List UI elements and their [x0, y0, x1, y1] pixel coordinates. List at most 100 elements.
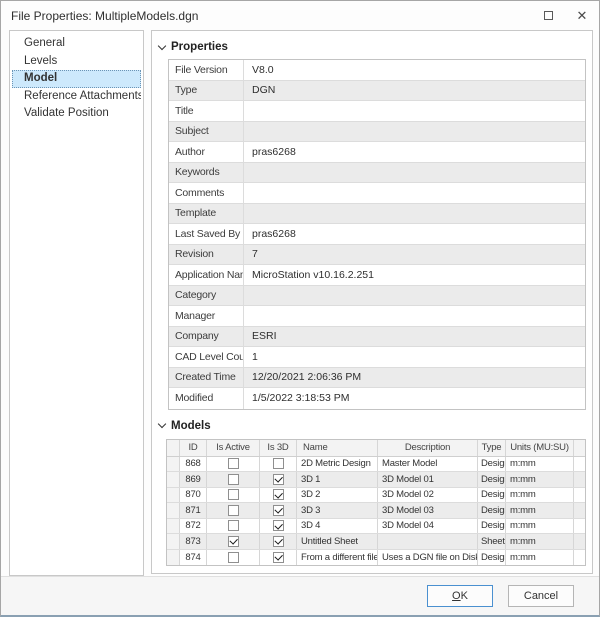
is-active-checkbox[interactable]: [228, 520, 239, 531]
property-value-field[interactable]: pras6268: [244, 142, 585, 162]
model-description-cell[interactable]: 3D Model 02: [378, 488, 478, 503]
sidebar-item[interactable]: Validate Position: [12, 105, 141, 123]
property-row: Category: [169, 286, 585, 307]
property-value-field[interactable]: [244, 306, 585, 326]
row-selector-cell[interactable]: [167, 457, 180, 472]
model-name-cell[interactable]: 3D 4: [297, 519, 378, 534]
property-row: Last Saved By pras6268: [169, 224, 585, 245]
model-id-cell: 869: [180, 472, 207, 487]
ok-button[interactable]: OK: [427, 585, 493, 607]
models-table-body: 868 2D Metric Design Master Model Design…: [167, 457, 585, 566]
property-value-field[interactable]: [244, 204, 585, 224]
property-value-field[interactable]: [244, 163, 585, 183]
property-value-field[interactable]: [244, 183, 585, 203]
is-active-checkbox[interactable]: [228, 536, 239, 547]
model-row[interactable]: 868 2D Metric Design Master Model Design…: [167, 457, 585, 473]
property-row: Manager: [169, 306, 585, 327]
model-units-cell: m:mm: [506, 488, 574, 503]
property-value-field[interactable]: V8.0: [244, 60, 585, 80]
is-3d-checkbox[interactable]: [273, 552, 284, 563]
models-section-header[interactable]: Models: [158, 420, 592, 432]
property-value-field[interactable]: 7: [244, 245, 585, 265]
model-description-cell[interactable]: 3D Model 01: [378, 472, 478, 487]
row-selector-cell[interactable]: [167, 519, 180, 534]
property-value-field[interactable]: pras6268: [244, 224, 585, 244]
model-description-cell[interactable]: Master Model: [378, 457, 478, 472]
maximize-button[interactable]: [531, 4, 565, 28]
close-button[interactable]: ✕: [565, 4, 599, 28]
property-label: Last Saved By: [169, 224, 244, 244]
row-selector-cell[interactable]: [167, 488, 180, 503]
model-description-cell[interactable]: Uses a DGN file on Disk: [378, 550, 478, 566]
model-row[interactable]: 873 Untitled Sheet Sheet m:mm: [167, 534, 585, 550]
is-active-checkbox[interactable]: [228, 489, 239, 500]
property-value-field[interactable]: 1/5/2022 3:18:53 PM: [244, 388, 585, 409]
row-selector-header: [167, 440, 180, 456]
property-value-field[interactable]: [244, 122, 585, 142]
model-name-cell[interactable]: 3D 2: [297, 488, 378, 503]
property-row: Comments: [169, 183, 585, 204]
main-panel: Properties File Version V8.0 Type DGN Ti…: [151, 30, 593, 574]
row-selector-cell[interactable]: [167, 503, 180, 518]
row-selector-cell[interactable]: [167, 534, 180, 549]
sidebar-item[interactable]: General: [12, 35, 141, 53]
properties-section-header[interactable]: Properties: [158, 41, 592, 53]
model-description-cell[interactable]: 3D Model 04: [378, 519, 478, 534]
model-row[interactable]: 870 3D 2 3D Model 02 Design m:mm: [167, 488, 585, 504]
model-row[interactable]: 872 3D 4 3D Model 04 Design m:mm: [167, 519, 585, 535]
property-row: Company ESRI: [169, 327, 585, 348]
model-units-cell: m:mm: [506, 472, 574, 487]
model-id-cell: 873: [180, 534, 207, 549]
is-3d-checkbox[interactable]: [273, 520, 284, 531]
is-3d-cell: [260, 550, 297, 566]
model-description-cell[interactable]: [378, 534, 478, 549]
sidebar-item[interactable]: Levels: [12, 53, 141, 71]
sidebar: General Levels Model Reference Attachmen…: [9, 30, 144, 576]
properties-grid: File Version V8.0 Type DGN Title Subject: [168, 59, 586, 410]
is-active-checkbox[interactable]: [228, 474, 239, 485]
model-name-cell[interactable]: From a different file: [297, 550, 378, 566]
model-row[interactable]: 874 From a different file Uses a DGN fil…: [167, 550, 585, 566]
sidebar-item[interactable]: Model: [12, 70, 141, 88]
chevron-down-icon: [158, 420, 166, 428]
is-3d-checkbox[interactable]: [273, 505, 284, 516]
column-header-is-active: Is Active: [207, 440, 260, 456]
property-row: CAD Level Count 1: [169, 347, 585, 368]
model-row-spacer: [574, 472, 585, 487]
sidebar-item[interactable]: Reference Attachments: [12, 88, 141, 106]
model-name-cell[interactable]: 3D 1: [297, 472, 378, 487]
is-3d-checkbox[interactable]: [273, 458, 284, 469]
model-description-cell[interactable]: 3D Model 03: [378, 503, 478, 518]
is-active-checkbox[interactable]: [228, 458, 239, 469]
model-row[interactable]: 871 3D 3 3D Model 03 Design m:mm: [167, 503, 585, 519]
property-value-field[interactable]: [244, 286, 585, 306]
property-value-field[interactable]: 12/20/2021 2:06:36 PM: [244, 368, 585, 388]
is-3d-checkbox[interactable]: [273, 536, 284, 547]
is-active-cell: [207, 550, 260, 566]
model-name-cell[interactable]: Untitled Sheet: [297, 534, 378, 549]
model-name-cell[interactable]: 3D 3: [297, 503, 378, 518]
is-3d-checkbox[interactable]: [273, 474, 284, 485]
is-active-checkbox[interactable]: [228, 505, 239, 516]
is-active-checkbox[interactable]: [228, 552, 239, 563]
row-selector-cell[interactable]: [167, 472, 180, 487]
cancel-button[interactable]: Cancel: [508, 585, 574, 607]
property-value-field[interactable]: 1: [244, 347, 585, 367]
footer-bar: OK Cancel: [1, 576, 599, 615]
is-3d-checkbox[interactable]: [273, 489, 284, 500]
model-row[interactable]: 869 3D 1 3D Model 01 Design m:mm: [167, 472, 585, 488]
models-section-title: Models: [171, 420, 211, 432]
row-selector-cell[interactable]: [167, 550, 180, 566]
model-name-cell[interactable]: 2D Metric Design: [297, 457, 378, 472]
column-header-units: Units (MU:SU): [506, 440, 574, 456]
is-3d-cell: [260, 534, 297, 549]
property-value-field[interactable]: ESRI: [244, 327, 585, 347]
property-value-field[interactable]: [244, 101, 585, 121]
property-label: File Version: [169, 60, 244, 80]
property-value-field[interactable]: DGN: [244, 81, 585, 101]
models-table: ID Is Active Is 3D Name Description Type…: [166, 439, 586, 567]
property-value-field[interactable]: MicroStation v10.16.2.251: [244, 265, 585, 285]
property-label: Revision: [169, 245, 244, 265]
property-row: Type DGN: [169, 81, 585, 102]
model-row-spacer: [574, 457, 585, 472]
